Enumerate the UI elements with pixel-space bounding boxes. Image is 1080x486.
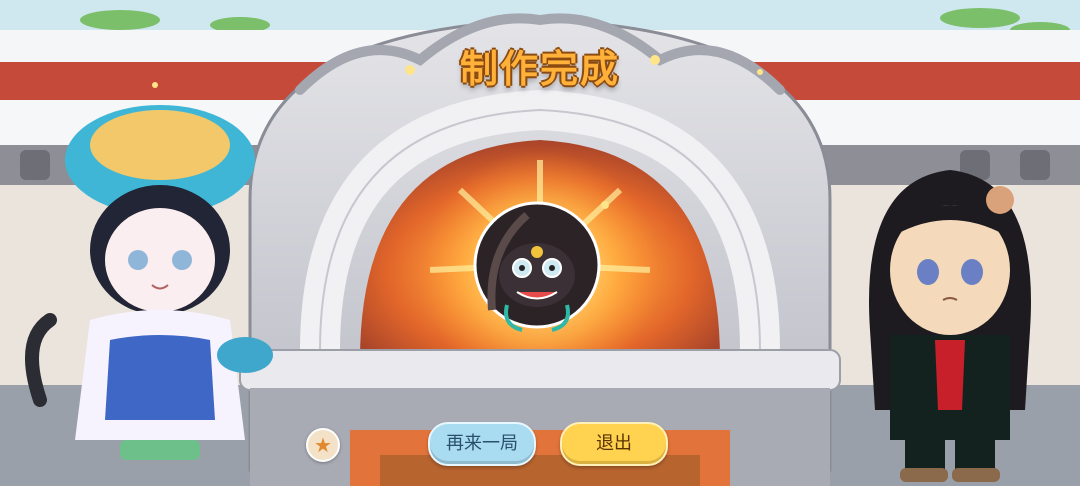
left-character <box>25 105 273 460</box>
right-character <box>869 170 1031 482</box>
replay-button[interactable]: 再来一局 <box>428 422 536 466</box>
exit-button[interactable]: 退出 <box>560 422 668 466</box>
star-icon[interactable]: ★ <box>306 428 340 462</box>
lion-dance-mask-icon[interactable] <box>472 190 602 340</box>
game-scene: 制作完成 ★ 再来一局 退出 <box>0 0 1080 486</box>
completion-title: 制作完成 <box>459 47 620 91</box>
